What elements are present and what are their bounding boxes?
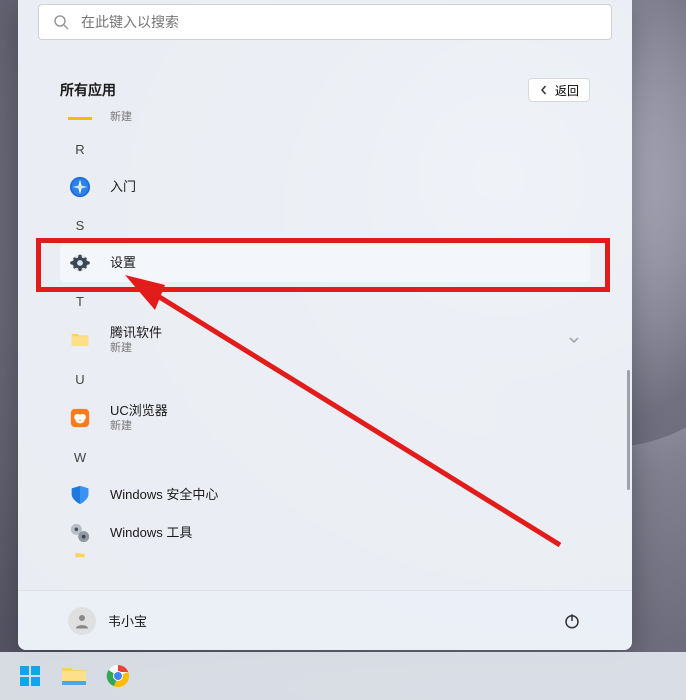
new-item-bar-icon: [68, 117, 92, 120]
back-button[interactable]: 返回: [528, 78, 590, 102]
folder-icon: [68, 546, 92, 570]
user-name: 韦小宝: [108, 611, 147, 630]
windows-logo-icon: [18, 664, 42, 688]
shield-icon: [68, 483, 92, 507]
folder-icon: [61, 665, 87, 687]
list-item[interactable]: 新建: [60, 106, 590, 130]
search-input[interactable]: [81, 14, 597, 30]
list-item-getting-started[interactable]: 入门: [60, 168, 590, 206]
app-list: 新建 R 入门 S 设置 T 腾讯软件新建 U UC浏览器新建: [18, 106, 632, 578]
avatar: [68, 607, 96, 635]
all-apps-title: 所有应用: [60, 80, 116, 100]
letter-header-w[interactable]: W: [60, 438, 590, 476]
chevron-left-icon: [539, 85, 549, 95]
taskbar-explorer-button[interactable]: [54, 656, 94, 696]
list-item-windows-tools[interactable]: Windows 工具: [60, 514, 590, 552]
list-item-partial[interactable]: [60, 552, 590, 564]
scrollbar-thumb[interactable]: [627, 370, 630, 490]
list-item-windows-security[interactable]: Windows 安全中心: [60, 476, 590, 514]
user-account-button[interactable]: 韦小宝: [60, 601, 155, 641]
list-item-uc-browser[interactable]: UC浏览器新建: [60, 398, 590, 438]
folder-icon: [68, 328, 92, 352]
gear-icon: [68, 251, 92, 275]
person-icon: [73, 612, 91, 630]
power-button[interactable]: [554, 603, 590, 639]
uc-browser-icon: [68, 406, 92, 430]
search-box[interactable]: [38, 4, 612, 40]
letter-header-r[interactable]: R: [60, 130, 590, 168]
chrome-icon: [106, 664, 130, 688]
letter-header-s[interactable]: S: [60, 206, 590, 244]
power-icon: [563, 612, 581, 630]
list-item-settings[interactable]: 设置: [60, 244, 590, 282]
start-menu-footer: 韦小宝: [18, 590, 632, 650]
back-label: 返回: [555, 82, 579, 99]
letter-header-t[interactable]: T: [60, 282, 590, 320]
search-icon: [53, 14, 69, 30]
tools-gear-icon: [68, 521, 92, 545]
taskbar-start-button[interactable]: [10, 656, 50, 696]
compass-icon: [68, 175, 92, 199]
taskbar-chrome-button[interactable]: [98, 656, 138, 696]
chevron-down-icon: [568, 334, 580, 346]
taskbar: [0, 652, 686, 700]
list-item-tencent[interactable]: 腾讯软件新建: [60, 320, 590, 360]
start-menu: 所有应用 返回 新建 R 入门 S 设置 T 腾: [18, 0, 632, 650]
letter-header-u[interactable]: U: [60, 360, 590, 398]
